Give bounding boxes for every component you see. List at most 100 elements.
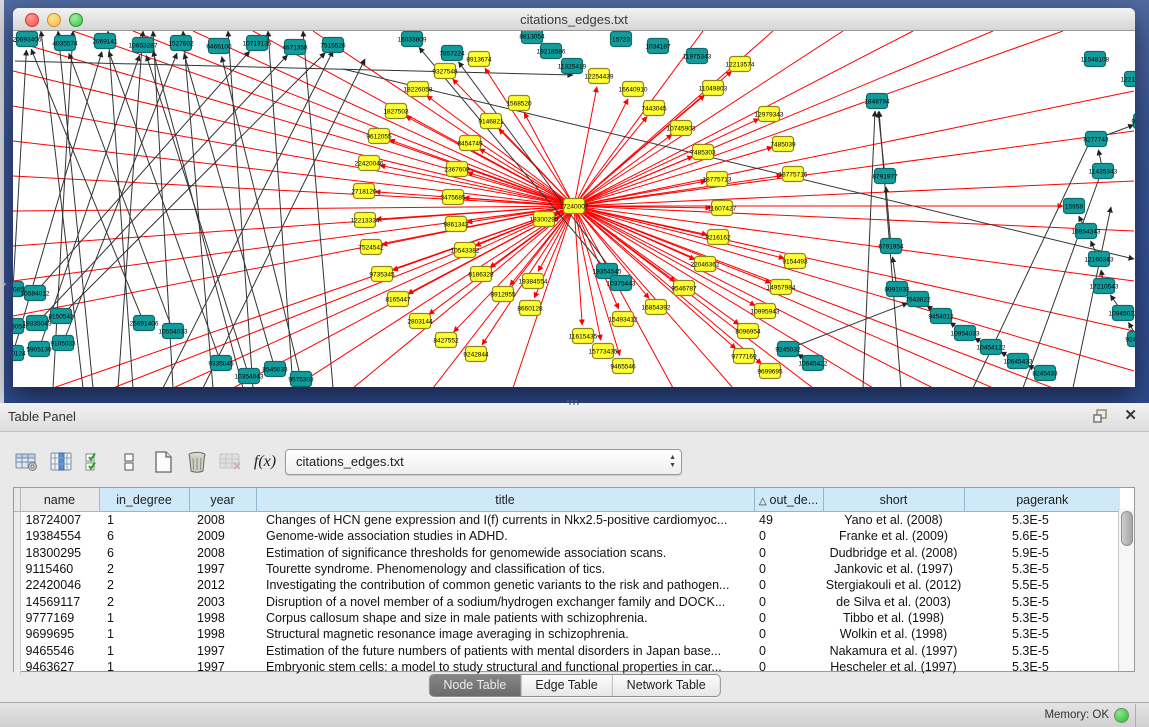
graph-node[interactable]: 8660128: [517, 301, 543, 316]
graph-node[interactable]: 11049803: [699, 81, 728, 96]
cell-out_degree[interactable]: 0: [754, 528, 823, 544]
splitter-grip[interactable]: [567, 400, 581, 407]
graph-node[interactable]: 9777169: [731, 349, 757, 364]
cell-title[interactable]: Investigating the contribution of common…: [256, 577, 754, 593]
cell-name[interactable]: 18724007: [20, 512, 99, 529]
create-table-icon[interactable]: [146, 447, 180, 477]
table-row[interactable]: 946554611997Estimation of the future num…: [14, 642, 1120, 658]
cell-in_degree[interactable]: 1: [99, 512, 189, 529]
column-header-title[interactable]: title: [256, 488, 754, 512]
graph-node[interactable]: 9575303: [288, 372, 314, 387]
graph-node[interactable]: 7643822: [905, 292, 931, 307]
graph-node[interactable]: 1034187: [645, 39, 671, 54]
graph-node[interactable]: 9546787: [671, 281, 697, 296]
graph-node[interactable]: 2069141: [92, 34, 118, 49]
cell-out_degree[interactable]: 0: [754, 577, 823, 593]
collapse-panel-arrow-icon[interactable]: ◂: [2, 280, 6, 288]
cell-title[interactable]: Structural magnetic resonance image aver…: [256, 626, 754, 642]
column-header-pagerank[interactable]: pagerank: [964, 488, 1120, 512]
graph-node[interactable]: 16854392: [642, 300, 671, 315]
graph-node[interactable]: 8216162: [705, 230, 731, 245]
cell-short[interactable]: de Silva et al. (2003): [823, 593, 964, 609]
cell-out_degree[interactable]: 0: [754, 642, 823, 658]
cell-year[interactable]: 1998: [189, 626, 256, 642]
graph-node[interactable]: 8913674: [466, 52, 492, 67]
graph-node[interactable]: 10645422: [799, 356, 828, 371]
cell-short[interactable]: Franke et al. (2009): [823, 528, 964, 544]
cell-pagerank[interactable]: 5.3E-5: [964, 512, 1120, 529]
cell-in_degree[interactable]: 2: [99, 593, 189, 609]
vertical-scrollbar[interactable]: [1118, 509, 1134, 671]
graph-node[interactable]: 4035574: [52, 36, 78, 51]
graph-node[interactable]: 12213977: [1121, 72, 1135, 87]
graph-node[interactable]: 10554033: [159, 324, 188, 339]
close-icon[interactable]: ✕: [1124, 407, 1137, 425]
cell-pagerank[interactable]: 5.3E-5: [964, 610, 1120, 626]
cell-in_degree[interactable]: 1: [99, 610, 189, 626]
tab-node-table[interactable]: Node Table: [429, 675, 520, 696]
graph-node[interactable]: 7443045: [641, 101, 667, 116]
graph-node[interactable]: 8427552: [433, 333, 459, 348]
table-selector-dropdown[interactable]: citations_edges.txt ▲ ▼: [285, 449, 682, 475]
cell-in_degree[interactable]: 6: [99, 545, 189, 561]
scrollbar-thumb[interactable]: [1121, 511, 1133, 546]
cell-name[interactable]: 9777169: [20, 610, 99, 626]
graph-node[interactable]: 22046362: [691, 257, 720, 272]
graph-node[interactable]: 10454122: [977, 340, 1006, 355]
graph-node[interactable]: 15723: [611, 32, 632, 47]
table-row[interactable]: 946362711997Embryonic stem cells: a mode…: [14, 659, 1120, 675]
cell-year[interactable]: 1998: [189, 610, 256, 626]
column-header-name[interactable]: name: [20, 488, 99, 512]
graph-node[interactable]: 8791977: [872, 169, 898, 184]
table-row[interactable]: 2242004622012Investigating the contribut…: [14, 577, 1120, 593]
graph-node[interactable]: 19218586: [537, 44, 566, 59]
cell-name[interactable]: 18300295: [20, 545, 99, 561]
graph-node[interactable]: 8245433: [1032, 366, 1058, 381]
cell-pagerank[interactable]: 5.9E-5: [964, 545, 1120, 561]
graph-node[interactable]: 1848794: [864, 94, 890, 109]
select-columns-icon[interactable]: [78, 447, 112, 477]
cell-out_degree[interactable]: 0: [754, 561, 823, 577]
tab-network-table[interactable]: Network Table: [612, 675, 720, 696]
table-row[interactable]: 1938455462009Genome-wide association stu…: [14, 528, 1120, 544]
graph-node[interactable]: 10719135: [243, 36, 272, 51]
graph-node[interactable]: 6466100: [206, 39, 232, 54]
graph-node[interactable]: 12213574: [726, 57, 755, 72]
cell-short[interactable]: Dudbridge et al. (2008): [823, 545, 964, 561]
graph-node[interactable]: 15493412: [609, 312, 638, 327]
graph-node[interactable]: 18300295: [530, 212, 559, 227]
cell-out_degree[interactable]: 0: [754, 545, 823, 561]
graph-node[interactable]: 10584012: [21, 286, 50, 301]
graph-node[interactable]: 18775713: [703, 172, 732, 187]
graph-node[interactable]: 11548108: [1081, 52, 1110, 67]
tab-edge-table[interactable]: Edge Table: [520, 675, 611, 696]
graph-node[interactable]: 6930124: [13, 346, 26, 361]
graph-node[interactable]: 8186328: [468, 267, 494, 282]
graph-node[interactable]: 11607427: [708, 201, 737, 216]
cell-title[interactable]: Corpus callosum shape and size in male p…: [256, 610, 754, 626]
graph-node[interactable]: 1568520: [506, 96, 532, 111]
graph-node[interactable]: 4671358: [282, 40, 308, 55]
graph-node[interactable]: 2367608: [444, 162, 470, 177]
graph-node[interactable]: 8912955: [490, 287, 516, 302]
graph-node[interactable]: 15773435: [589, 344, 618, 359]
graph-node[interactable]: 16954343: [1072, 224, 1101, 239]
graph-node[interactable]: 10543382: [451, 243, 480, 258]
cell-name[interactable]: 14569117: [20, 593, 99, 609]
cell-year[interactable]: 2003: [189, 593, 256, 609]
cell-short[interactable]: Tibbo et al. (1998): [823, 610, 964, 626]
graph-node[interactable]: 20693406: [13, 32, 42, 47]
cell-pagerank[interactable]: 5.6E-5: [964, 528, 1120, 544]
table-row[interactable]: 1872400712008Changes of HCN gene express…: [14, 512, 1120, 529]
graph-node[interactable]: 9519943: [1131, 114, 1135, 129]
cell-title[interactable]: Embryonic stem cells: a model to study s…: [256, 659, 754, 675]
column-header-out_degree[interactable]: △out_de...: [754, 488, 823, 512]
graph-node[interactable]: 17240007: [560, 199, 589, 214]
cell-pagerank[interactable]: 5.3E-5: [964, 593, 1120, 609]
table-row[interactable]: 1830029562008Estimation of significance …: [14, 545, 1120, 561]
cell-title[interactable]: Estimation of the future numbers of pati…: [256, 642, 754, 658]
graph-node[interactable]: 9465546: [610, 359, 636, 374]
cell-short[interactable]: Hescheler et al. (1997): [823, 659, 964, 675]
cell-title[interactable]: Disruption of a novel member of a sodium…: [256, 593, 754, 609]
cell-title[interactable]: Genome-wide association studies in ADHD.: [256, 528, 754, 544]
